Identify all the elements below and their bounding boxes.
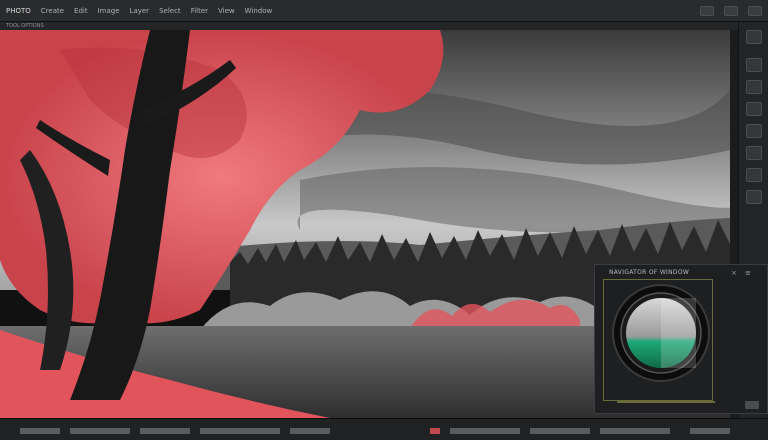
tool-button-8[interactable] [746,190,762,204]
menu-item-window[interactable]: Window [245,7,273,15]
filmstrip-thumb[interactable] [530,428,590,434]
menu-item-filter[interactable]: Filter [191,7,208,15]
panel-menu-icon[interactable]: ≡ [745,269,755,277]
navigator-title: NAVIGATOR OF WINDOW [609,269,690,276]
filmstrip-thumb[interactable] [290,428,330,434]
filmstrip-thumb[interactable] [70,428,130,434]
menu-item-layer[interactable]: Layer [130,7,150,15]
tool-button-4[interactable] [746,102,762,116]
options-label: TOOL OPTIONS [6,23,44,29]
filmstrip-thumb-active[interactable] [430,428,440,434]
menu-item-image[interactable]: Image [98,7,120,15]
menu-item-select[interactable]: Select [159,7,181,15]
options-bar: TOOL OPTIONS [0,22,740,30]
menu-bar: PHOTO Create Edit Image Layer Select Fil… [0,0,768,22]
menu-item-edit[interactable]: Edit [74,7,88,15]
filmstrip-thumb[interactable] [690,428,730,434]
lens-preview[interactable] [611,283,711,383]
menu-item-view[interactable]: View [218,7,235,15]
filmstrip-thumb[interactable] [20,428,60,434]
tool-button-5[interactable] [746,124,762,138]
lens-split [661,298,696,368]
preview-frame-bottom [617,395,715,403]
tool-button-2[interactable] [746,58,762,72]
tool-button-7[interactable] [746,168,762,182]
app-name: PHOTO [6,6,31,15]
filmstrip-thumb[interactable] [450,428,520,434]
filmstrip-bar [0,418,768,440]
filmstrip-thumb[interactable] [600,428,670,434]
navigator-panel: NAVIGATOR OF WINDOW × ≡ [594,264,768,414]
share-button[interactable] [724,5,738,16]
tool-button-1[interactable] [746,30,762,44]
filmstrip-thumb[interactable] [200,428,280,434]
filmstrip-thumb[interactable] [140,428,190,434]
close-icon[interactable]: × [731,269,739,277]
menu-item-create[interactable]: Create [41,7,64,15]
workspace-button[interactable] [700,5,714,16]
resize-handle[interactable] [745,401,759,409]
settings-button[interactable] [748,5,762,16]
tool-button-3[interactable] [746,80,762,94]
tool-button-6[interactable] [746,146,762,160]
